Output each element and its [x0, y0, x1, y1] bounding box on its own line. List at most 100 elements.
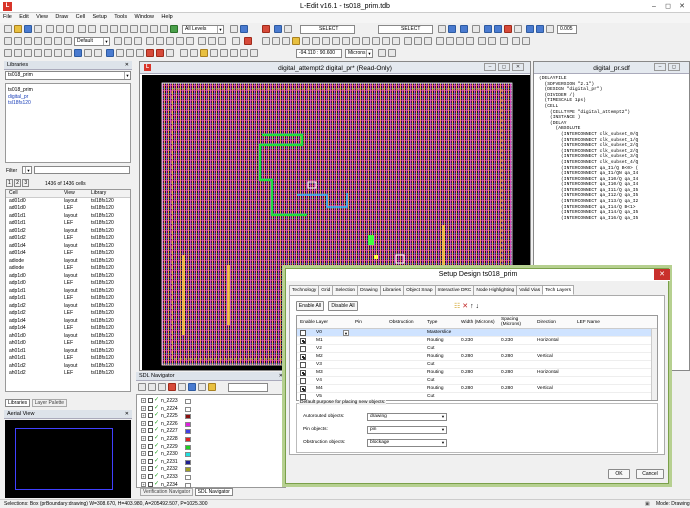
instance2-icon[interactable]: [232, 37, 240, 45]
tab-technology[interactable]: Technology: [289, 285, 320, 295]
pin-objects-select[interactable]: pin ▼: [367, 426, 447, 434]
tab-object-snap[interactable]: Object Snap: [403, 285, 436, 295]
home-icon[interactable]: [106, 49, 114, 57]
stop-icon[interactable]: [504, 25, 512, 33]
cut-icon[interactable]: [46, 25, 54, 33]
table-row[interactable]: ad01d0 layout tsl18fs120: [6, 198, 130, 206]
extract3-icon[interactable]: [200, 49, 208, 57]
edit3-icon[interactable]: [136, 49, 144, 57]
tab-valid-vias[interactable]: Valid Vias: [516, 285, 544, 295]
sdl-collapse-icon[interactable]: [158, 383, 166, 391]
net-checkbox[interactable]: [148, 436, 153, 441]
sdf-restore-icon[interactable]: ◻: [668, 63, 680, 71]
tab-node-highlighting[interactable]: Node Highlighting: [473, 285, 518, 295]
expand-icon[interactable]: +: [141, 413, 146, 419]
table-row[interactable]: ah01d2 LEF tsl18fs120: [6, 370, 130, 378]
view3-icon[interactable]: [24, 49, 32, 57]
ruler-icon[interactable]: [198, 37, 206, 45]
table-row[interactable]: adp1d2 LEF tsl18fs120: [6, 310, 130, 318]
net-checkbox[interactable]: [148, 398, 153, 403]
merge2-icon[interactable]: [522, 37, 530, 45]
net-checkbox[interactable]: [148, 481, 153, 487]
net-color-swatch[interactable]: [185, 444, 191, 450]
tab-libraries-setup[interactable]: Libraries: [379, 285, 405, 295]
table-row[interactable]: adp1d0 layout tsl18fs120: [6, 273, 130, 281]
menu-help[interactable]: Help: [158, 13, 175, 21]
open-icon[interactable]: [14, 25, 22, 33]
layer-name[interactable]: M3: [316, 369, 323, 377]
menu-edit[interactable]: Edit: [16, 13, 31, 21]
rotate-icon[interactable]: [424, 37, 432, 45]
wire3-icon[interactable]: [64, 37, 72, 45]
menu-tools[interactable]: Tools: [111, 13, 130, 21]
expand-icon[interactable]: +: [141, 474, 146, 479]
layer-name[interactable]: M1: [316, 337, 323, 345]
ruler2-icon[interactable]: [208, 37, 216, 45]
pie-icon[interactable]: [124, 37, 132, 45]
zoom-in-icon[interactable]: [84, 49, 92, 57]
view2-icon[interactable]: [14, 49, 22, 57]
pointer-icon[interactable]: [4, 37, 12, 45]
bar2-icon[interactable]: [284, 25, 292, 33]
expand-icon[interactable]: +: [141, 443, 146, 449]
pan-icon[interactable]: [130, 25, 138, 33]
net-checkbox[interactable]: [148, 413, 153, 419]
page-3[interactable]: 3: [22, 179, 30, 187]
table-row[interactable]: adp1d4 LEF tsl18fs120: [6, 325, 130, 333]
net-color-swatch[interactable]: [185, 482, 191, 488]
instance-icon[interactable]: [120, 25, 128, 33]
table-row[interactable]: ad01d2 LEF tsl18fs120: [6, 235, 130, 243]
table-icon[interactable]: [472, 25, 480, 33]
grid-icon[interactable]: [170, 25, 178, 33]
close-icon[interactable]: ✕: [676, 2, 688, 11]
copy-icon[interactable]: [56, 25, 64, 33]
page-1[interactable]: 1: [6, 179, 13, 187]
sdl-down-icon[interactable]: [198, 383, 206, 391]
flip-icon[interactable]: [404, 37, 412, 45]
table-row[interactable]: adiode layout tsl18fs120: [6, 258, 130, 266]
extract4-icon[interactable]: [210, 49, 218, 57]
add-layer-icon[interactable]: ☷: [454, 303, 460, 310]
table-row[interactable]: ah01d1 LEF tsl18fs120: [6, 355, 130, 363]
save-icon[interactable]: [24, 25, 32, 33]
x3-icon[interactable]: [526, 25, 534, 33]
net-color-swatch[interactable]: [185, 399, 191, 404]
table-row[interactable]: ah01d1 layout tsl18fs120: [6, 348, 130, 356]
expand-icon[interactable]: +: [141, 466, 146, 472]
layer-dropdown-icon[interactable]: ▼: [343, 330, 349, 336]
boolean7-icon[interactable]: [362, 37, 370, 45]
menu-window[interactable]: Window: [131, 13, 157, 21]
layer-name[interactable]: V3: [316, 361, 322, 369]
net-checkbox[interactable]: [148, 428, 153, 434]
move-up-icon[interactable]: ↑: [470, 303, 474, 310]
tab-layer-palette[interactable]: Layer Palette: [31, 399, 68, 407]
units-select[interactable]: Microns ▼: [345, 49, 373, 58]
torus-icon[interactable]: [134, 37, 142, 45]
bar-icon[interactable]: [274, 25, 282, 33]
page-2[interactable]: 2: [14, 179, 21, 187]
view5-icon[interactable]: [44, 49, 52, 57]
circle-icon[interactable]: [114, 37, 122, 45]
table-row[interactable]: ad01d1 layout tsl18fs120: [6, 213, 130, 221]
table-row[interactable]: ad01d2 layout tsl18fs120: [6, 228, 130, 236]
sdl-expand-icon[interactable]: [148, 383, 156, 391]
mode-select[interactable]: Default ▼: [74, 37, 110, 46]
snap-icon[interactable]: [546, 25, 554, 33]
hierarchy-icon[interactable]: [100, 25, 108, 33]
move4-icon[interactable]: [466, 37, 474, 45]
net-checkbox[interactable]: [148, 451, 153, 457]
table-row[interactable]: ah01d0 LEF tsl18fs120: [6, 340, 130, 348]
net-color-swatch[interactable]: [185, 421, 191, 427]
table-row[interactable]: adp1d2 layout tsl18fs120: [6, 303, 130, 311]
filter-input[interactable]: [34, 166, 130, 174]
select-field-2[interactable]: SELECT: [378, 25, 433, 34]
filter-dropdown[interactable]: ▼: [22, 166, 32, 174]
cell-icon[interactable]: [110, 25, 118, 33]
boolean5-icon[interactable]: [342, 37, 350, 45]
net-color-swatch[interactable]: [185, 429, 191, 435]
layer-icon[interactable]: [240, 25, 248, 33]
layer-name[interactable]: V4: [316, 377, 322, 385]
tab-libraries[interactable]: Libraries: [5, 399, 31, 407]
layer-row[interactable]: M1 Routing 0.230 0.230 Horizontal: [297, 337, 657, 345]
table-row[interactable]: adp1d1 LEF tsl18fs120: [6, 295, 130, 303]
